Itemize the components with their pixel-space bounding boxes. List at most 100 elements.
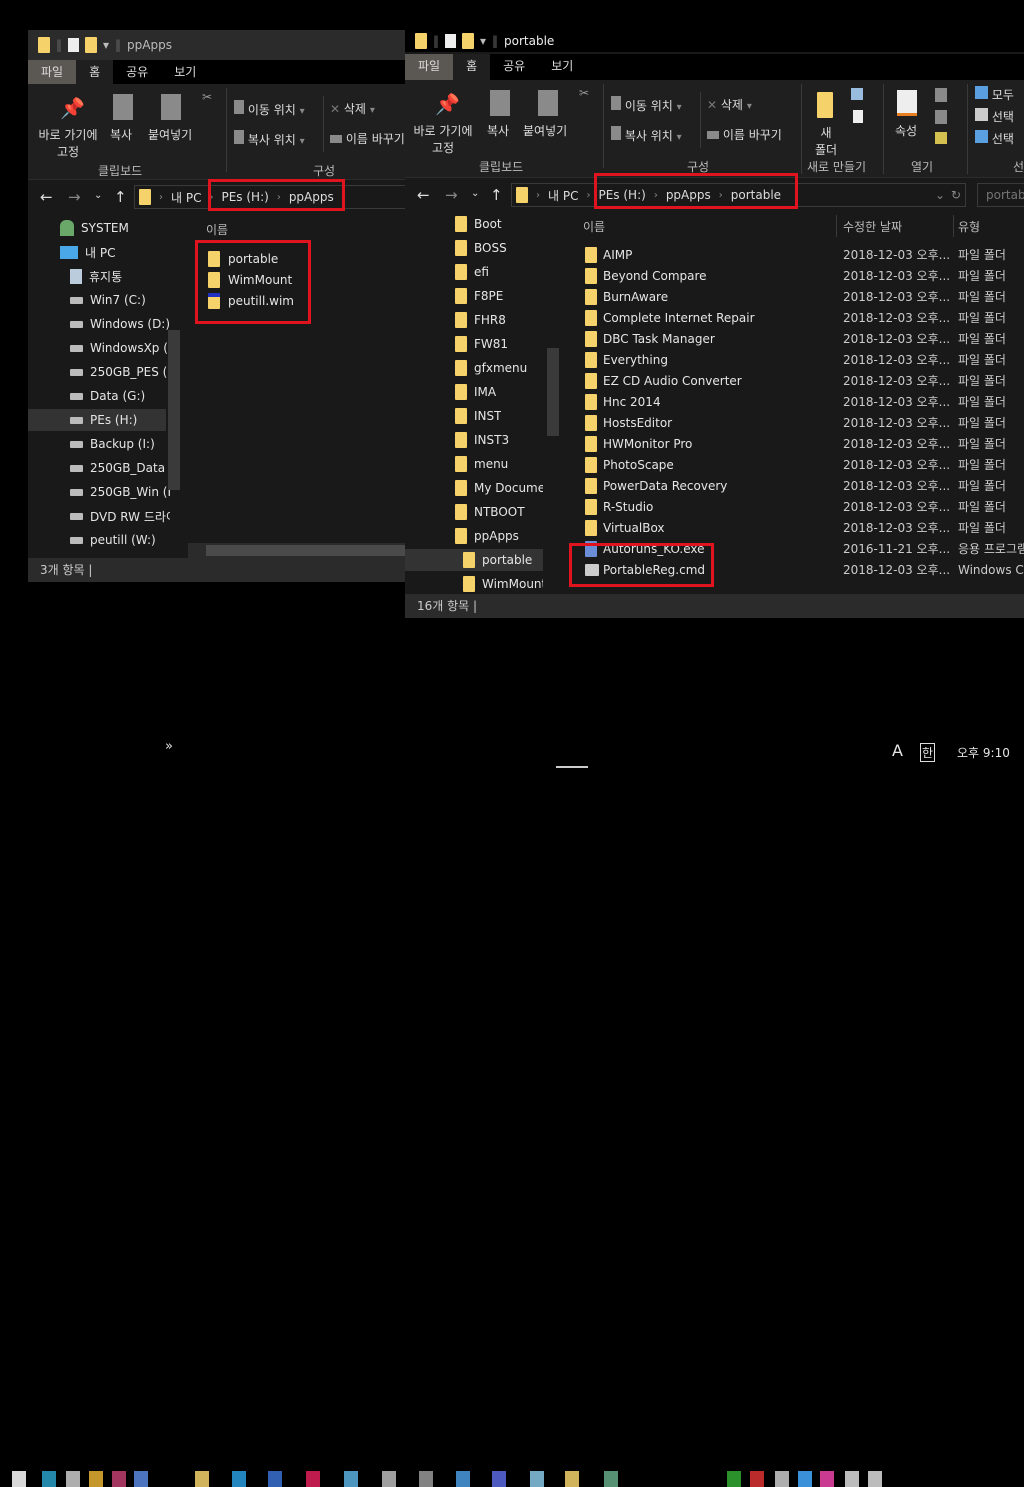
file-row[interactable]: R-Studio 2018-12-03 오후... 파일 폴더 (565, 496, 1024, 517)
new-item-icon[interactable] (851, 88, 863, 100)
volume-icon[interactable] (868, 1471, 882, 1487)
file-row[interactable]: PowerData Recovery 2018-12-03 오후... 파일 폴더 (565, 475, 1024, 496)
tree-item[interactable]: ppApps (455, 525, 543, 547)
tree-scrollbar[interactable] (547, 348, 559, 436)
history-icon[interactable] (935, 132, 947, 144)
app-icon[interactable] (344, 1471, 358, 1487)
app-icon[interactable] (112, 1471, 126, 1487)
network-icon[interactable] (775, 1471, 789, 1487)
tab-file[interactable]: 파일 (405, 54, 454, 80)
app-icon[interactable] (42, 1471, 56, 1487)
pin-button[interactable]: 바로 가기에 고정 (36, 126, 100, 160)
forward-button[interactable]: → (445, 186, 458, 204)
tab-share[interactable]: 공유 (490, 54, 538, 80)
search-input[interactable] (977, 183, 1024, 207)
file-row[interactable]: Beyond Compare 2018-12-03 오후... 파일 폴더 (565, 265, 1024, 286)
file-row[interactable]: VirtualBox 2018-12-03 오후... 파일 폴더 (565, 517, 1024, 538)
app-icon[interactable] (232, 1471, 246, 1487)
nav-item[interactable]: PEs (H:) (28, 409, 166, 431)
invert-selection-button[interactable]: 선택 (975, 130, 1014, 147)
nav-item[interactable]: Backup (I:) (70, 433, 180, 455)
file-row[interactable]: BurnAware 2018-12-03 오후... 파일 폴더 (565, 286, 1024, 307)
tray-icon[interactable] (750, 1471, 764, 1487)
pin-button[interactable]: 바로 가기에 고정 (411, 122, 475, 156)
copy-button[interactable]: 복사 (487, 122, 509, 139)
tree-item[interactable]: portable (405, 549, 543, 571)
tree-item[interactable]: IMA (455, 381, 543, 403)
tree-item[interactable]: FHR8 (455, 309, 543, 331)
tab-home[interactable]: 홈 (76, 60, 114, 84)
app-icon[interactable] (419, 1471, 433, 1487)
properties-icon[interactable] (68, 38, 79, 52)
nav-item[interactable]: WindowsXp (E:) (70, 337, 180, 359)
new-folder-icon[interactable] (462, 33, 474, 49)
easy-access-icon[interactable] (853, 110, 863, 123)
column-header-type[interactable]: 유형 (958, 218, 980, 235)
ime-mode[interactable]: A (892, 741, 903, 760)
qat-dropdown-icon[interactable]: ▾ (480, 34, 486, 48)
copy-to-button[interactable]: 복사 위치 ▾ (234, 130, 305, 148)
clock[interactable]: 오후 9:10 (957, 744, 1010, 761)
tab-view[interactable]: 보기 (161, 60, 209, 84)
properties-icon[interactable] (445, 34, 456, 48)
nav-item[interactable]: 250GB_Win (K:) (70, 481, 180, 503)
qat-dropdown-icon[interactable]: ▾ (103, 38, 109, 52)
move-to-button[interactable]: 이동 위치 ▾ (234, 100, 305, 118)
nav-item[interactable]: peutill (W:) (70, 529, 180, 551)
recent-dropdown[interactable]: ⌄ (94, 190, 102, 201)
app-icon[interactable] (456, 1471, 470, 1487)
tray-icon[interactable] (798, 1471, 812, 1487)
tab-home[interactable]: 홈 (453, 54, 491, 80)
delete-button[interactable]: ✕ 삭제 ▾ (330, 100, 375, 117)
file-row[interactable]: Complete Internet Repair 2018-12-03 오후...… (565, 307, 1024, 328)
forward-button[interactable]: → (68, 188, 81, 206)
nav-item[interactable]: 250GB_Data (J:) (70, 457, 180, 479)
address-dropdown-icon[interactable]: ⌄ (935, 188, 945, 202)
tray-icon[interactable] (820, 1471, 834, 1487)
column-header-name[interactable]: 이름 (206, 221, 228, 238)
cut-icon[interactable]: ✂ (579, 86, 589, 100)
up-button[interactable]: ↑ (114, 188, 127, 206)
app-icon[interactable] (492, 1471, 506, 1487)
nav-item[interactable]: 내 PC (60, 241, 170, 263)
cut-icon[interactable]: ✂ (202, 90, 212, 104)
file-explorer-icon[interactable] (195, 1471, 209, 1487)
nav-item[interactable]: Data (G:) (70, 385, 180, 407)
file-row[interactable]: DBC Task Manager 2018-12-03 오후... 파일 폴더 (565, 328, 1024, 349)
back-button[interactable]: ← (40, 188, 53, 206)
column-header-date[interactable]: 수정한 날짜 (843, 218, 902, 235)
nav-item[interactable]: 휴지통 (70, 265, 180, 287)
tab-share[interactable]: 공유 (113, 60, 161, 84)
file-row[interactable]: HWMonitor Pro 2018-12-03 오후... 파일 폴더 (565, 433, 1024, 454)
app-icon[interactable] (134, 1471, 148, 1487)
file-row[interactable]: PhotoScape 2018-12-03 오후... 파일 폴더 (565, 454, 1024, 475)
nav-item[interactable]: Windows (D:) (70, 313, 180, 335)
folder-icon[interactable] (565, 1471, 579, 1487)
tree-item[interactable]: INST3 (455, 429, 543, 451)
paste-button[interactable]: 붙여넣기 (523, 122, 567, 139)
tree-item[interactable]: FW81 (455, 333, 543, 355)
nav-item[interactable]: DVD RW 드라이브 (70, 505, 180, 527)
refresh-icon[interactable]: ↻ (951, 188, 961, 202)
nav-item[interactable]: 250GB_PES (F:) (70, 361, 180, 383)
tree-item[interactable]: Boot (455, 213, 543, 235)
tray-icon[interactable] (727, 1471, 741, 1487)
chrome-icon[interactable] (89, 1471, 103, 1487)
file-row[interactable]: HostsEditor 2018-12-03 오후... 파일 폴더 (565, 412, 1024, 433)
app-icon[interactable] (306, 1471, 320, 1487)
horizontal-scrollbar[interactable] (188, 543, 405, 558)
app-icon[interactable] (604, 1471, 618, 1487)
up-button[interactable]: ↑ (490, 186, 503, 204)
app-icon[interactable] (530, 1471, 544, 1487)
properties-button[interactable]: 속성 (895, 122, 917, 139)
breadcrumb-item[interactable]: 내 PC (548, 187, 578, 204)
copy-button[interactable]: 복사 (110, 126, 132, 143)
file-row[interactable]: Everything 2018-12-03 오후... 파일 폴더 (565, 349, 1024, 370)
copy-to-button[interactable]: 복사 위치 ▾ (611, 126, 682, 144)
recent-dropdown[interactable]: ⌄ (471, 188, 479, 199)
tree-item[interactable]: menu (455, 453, 543, 475)
open-icon[interactable] (935, 88, 947, 102)
move-to-button[interactable]: 이동 위치 ▾ (611, 96, 682, 114)
select-all-button[interactable]: 모두 (975, 86, 1014, 103)
select-none-button[interactable]: 선택 (975, 108, 1014, 125)
